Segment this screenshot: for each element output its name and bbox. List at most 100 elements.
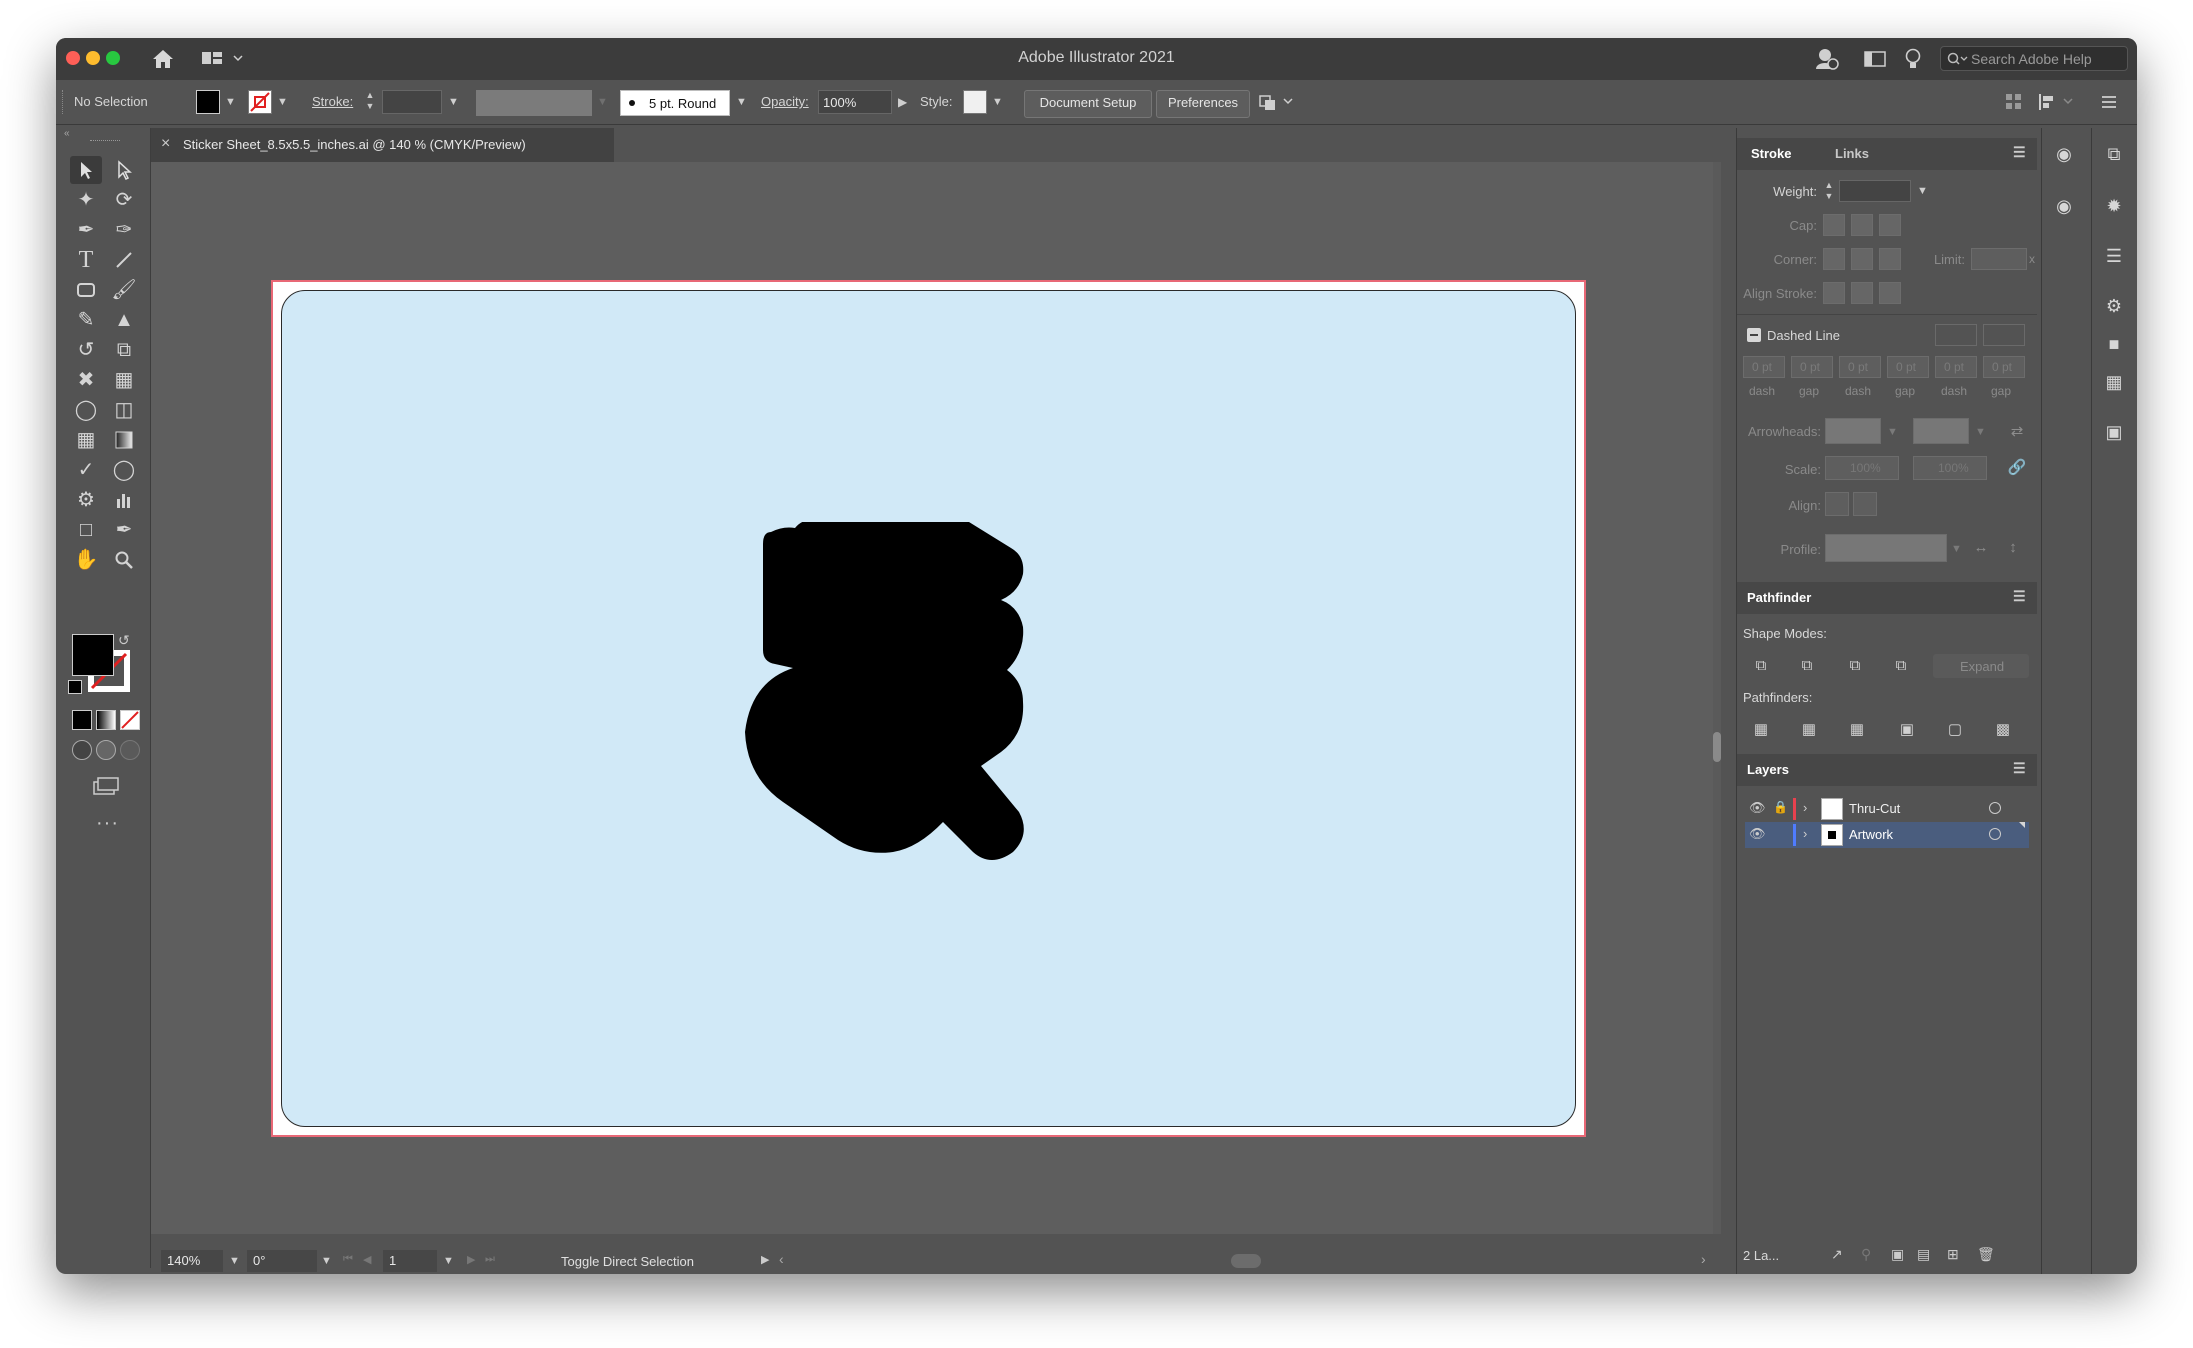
- round-join-icon[interactable]: [1851, 248, 1873, 270]
- magic-wand-tool-icon[interactable]: ✦: [70, 186, 102, 214]
- swatches-panel-icon[interactable]: ▦: [2102, 370, 2126, 394]
- rectangle-tool-icon[interactable]: [70, 276, 102, 304]
- search-help-field[interactable]: Search Adobe Help: [1940, 46, 2128, 71]
- document-setup-button[interactable]: Document Setup: [1024, 90, 1152, 118]
- brush-definition[interactable]: 5 pt. Round: [620, 90, 730, 116]
- sticker-artwork[interactable]: [733, 522, 1103, 892]
- horizontal-scroll-thumb[interactable]: [1231, 1254, 1261, 1268]
- slice-tool-icon[interactable]: ✒: [108, 516, 140, 544]
- end-arrowhead-select[interactable]: [1913, 418, 1969, 444]
- vertical-scrollbar[interactable]: [1713, 162, 1721, 1234]
- limit-field[interactable]: [1971, 248, 2027, 270]
- miter-join-icon[interactable]: [1823, 248, 1845, 270]
- scroll-left-icon[interactable]: ‹: [779, 1251, 784, 1267]
- appearance-panel-icon[interactable]: ◉: [2052, 142, 2076, 166]
- stroke-weight-chevron[interactable]: ▼: [448, 96, 459, 108]
- dash-field-3[interactable]: 0 pt: [1935, 356, 1977, 378]
- expand-layer-chevron[interactable]: ›: [1803, 826, 1807, 841]
- tools-grip[interactable]: [90, 140, 120, 144]
- start-arrowhead-select[interactable]: [1825, 418, 1881, 444]
- weight-chevron[interactable]: ▼: [1917, 185, 1928, 197]
- expand-layer-chevron[interactable]: ›: [1803, 800, 1807, 815]
- merge-icon[interactable]: ▦: [1847, 720, 1867, 740]
- brushes-panel-icon[interactable]: ✹: [2102, 194, 2126, 218]
- eyedropper-tool-icon[interactable]: ✓: [70, 456, 102, 484]
- pathfinder-menu-icon[interactable]: ☰: [2013, 588, 2026, 605]
- scroll-right-icon[interactable]: ›: [1701, 1251, 1706, 1267]
- preserve-dash-icon[interactable]: [1935, 324, 1977, 346]
- control-bar-grip[interactable]: [62, 90, 66, 114]
- direct-selection-tool-icon[interactable]: [108, 156, 140, 184]
- fill-color-icon[interactable]: [72, 634, 114, 676]
- lasso-tool-icon[interactable]: ⟳: [108, 186, 140, 214]
- user-account-icon[interactable]: [1814, 47, 1840, 71]
- gap-field-1[interactable]: 0 pt: [1791, 356, 1833, 378]
- tab-links[interactable]: Links: [1835, 146, 1869, 161]
- zoom-chevron[interactable]: ▼: [229, 1255, 240, 1267]
- properties-panel-icon[interactable]: ⚙: [2102, 294, 2126, 318]
- round-cap-icon[interactable]: [1851, 214, 1873, 236]
- expand-button[interactable]: Expand: [1933, 654, 2029, 678]
- link-scale-icon[interactable]: 🔗: [2007, 458, 2027, 478]
- crop-icon[interactable]: ▣: [1897, 720, 1917, 740]
- align-outside-icon[interactable]: [1879, 282, 1901, 304]
- document-tab[interactable]: × Sticker Sheet_8.5x5.5_inches.ai @ 140 …: [151, 128, 614, 162]
- delete-layer-icon[interactable]: 🗑: [1977, 1246, 1995, 1263]
- outline-icon[interactable]: ▢: [1945, 720, 1965, 740]
- gap-field-2[interactable]: 0 pt: [1887, 356, 1929, 378]
- weight-field[interactable]: [1839, 180, 1911, 202]
- rotate-tool-icon[interactable]: ↺: [70, 336, 102, 364]
- weight-stepper-icon[interactable]: ▲ ▼: [1823, 180, 1835, 204]
- visibility-eye-icon[interactable]: 👁: [1749, 800, 1766, 816]
- none-mode-icon[interactable]: [120, 710, 140, 730]
- symbol-sprayer-tool-icon[interactable]: ⚙: [70, 486, 102, 514]
- divide-icon[interactable]: ▦: [1751, 720, 1771, 740]
- zoom-level-field[interactable]: 140%: [161, 1250, 223, 1272]
- arrow-extend-icon[interactable]: [1825, 492, 1849, 516]
- target-circle-icon[interactable]: [1989, 828, 2001, 840]
- rotation-field[interactable]: 0°: [247, 1250, 317, 1272]
- new-sublayer-icon[interactable]: ▤: [1917, 1246, 1930, 1263]
- variable-width-chevron[interactable]: ▼: [597, 96, 608, 108]
- stroke-panel-menu-icon[interactable]: ☰: [2013, 144, 2026, 161]
- clipping-mask-icon[interactable]: ▣: [1891, 1246, 1904, 1263]
- minus-front-icon[interactable]: ⧉: [1797, 656, 1817, 676]
- distribute-icon[interactable]: [2038, 92, 2078, 112]
- pathfinder-title[interactable]: Pathfinder: [1747, 590, 1811, 605]
- end-scale-field[interactable]: 100%: [1913, 456, 1987, 480]
- type-tool-icon[interactable]: T: [70, 246, 102, 274]
- gradient-panel-icon[interactable]: ■: [2102, 332, 2126, 356]
- layer-row-thru-cut[interactable]: 👁 🔒 › Thru-Cut: [1745, 796, 2029, 822]
- close-tab-icon[interactable]: ×: [161, 135, 170, 153]
- swap-colors-icon[interactable]: ↺: [118, 632, 130, 649]
- pen-tool-icon[interactable]: ✒: [70, 216, 102, 244]
- swap-arrowheads-icon[interactable]: ⇄: [2007, 422, 2027, 442]
- stroke-dropdown-chevron[interactable]: ▼: [277, 96, 288, 108]
- artboard-number-chevron[interactable]: ▼: [443, 1255, 454, 1267]
- pencil-tool-icon[interactable]: ✎: [70, 306, 102, 334]
- status-menu-arrow-icon[interactable]: ▶: [761, 1253, 769, 1266]
- flip-along-icon[interactable]: ↔: [1971, 538, 1991, 558]
- graphic-style-chevron[interactable]: ▼: [992, 96, 1003, 108]
- align-dock-icon[interactable]: ☰: [2102, 244, 2126, 268]
- edit-toolbar-icon[interactable]: ···: [96, 812, 119, 835]
- previous-artboard-icon[interactable]: ◀: [363, 1253, 371, 1266]
- image-trace-icon[interactable]: ▣: [2102, 420, 2126, 444]
- fill-swatch[interactable]: [196, 90, 220, 114]
- gradient-tool-icon[interactable]: [108, 426, 140, 454]
- next-artboard-icon[interactable]: ▶: [467, 1253, 475, 1266]
- start-scale-field[interactable]: 100%: [1825, 456, 1899, 480]
- color-mode-icon[interactable]: [72, 710, 92, 730]
- eraser-tool-icon[interactable]: ▲: [108, 306, 140, 334]
- preferences-button[interactable]: Preferences: [1156, 90, 1250, 118]
- rotation-chevron[interactable]: ▼: [321, 1255, 332, 1267]
- tab-stroke[interactable]: Stroke: [1751, 146, 1791, 161]
- width-tool-icon[interactable]: ✖: [70, 366, 102, 394]
- stroke-swatch[interactable]: [248, 90, 272, 114]
- end-arrowhead-chevron[interactable]: ▼: [1975, 426, 1986, 438]
- layer-name[interactable]: Thru-Cut: [1849, 801, 1900, 816]
- flip-across-icon[interactable]: ↕: [2003, 538, 2023, 558]
- align-center-icon[interactable]: [1823, 282, 1845, 304]
- export-icon[interactable]: ↗: [1831, 1246, 1843, 1263]
- start-arrowhead-chevron[interactable]: ▼: [1887, 426, 1898, 438]
